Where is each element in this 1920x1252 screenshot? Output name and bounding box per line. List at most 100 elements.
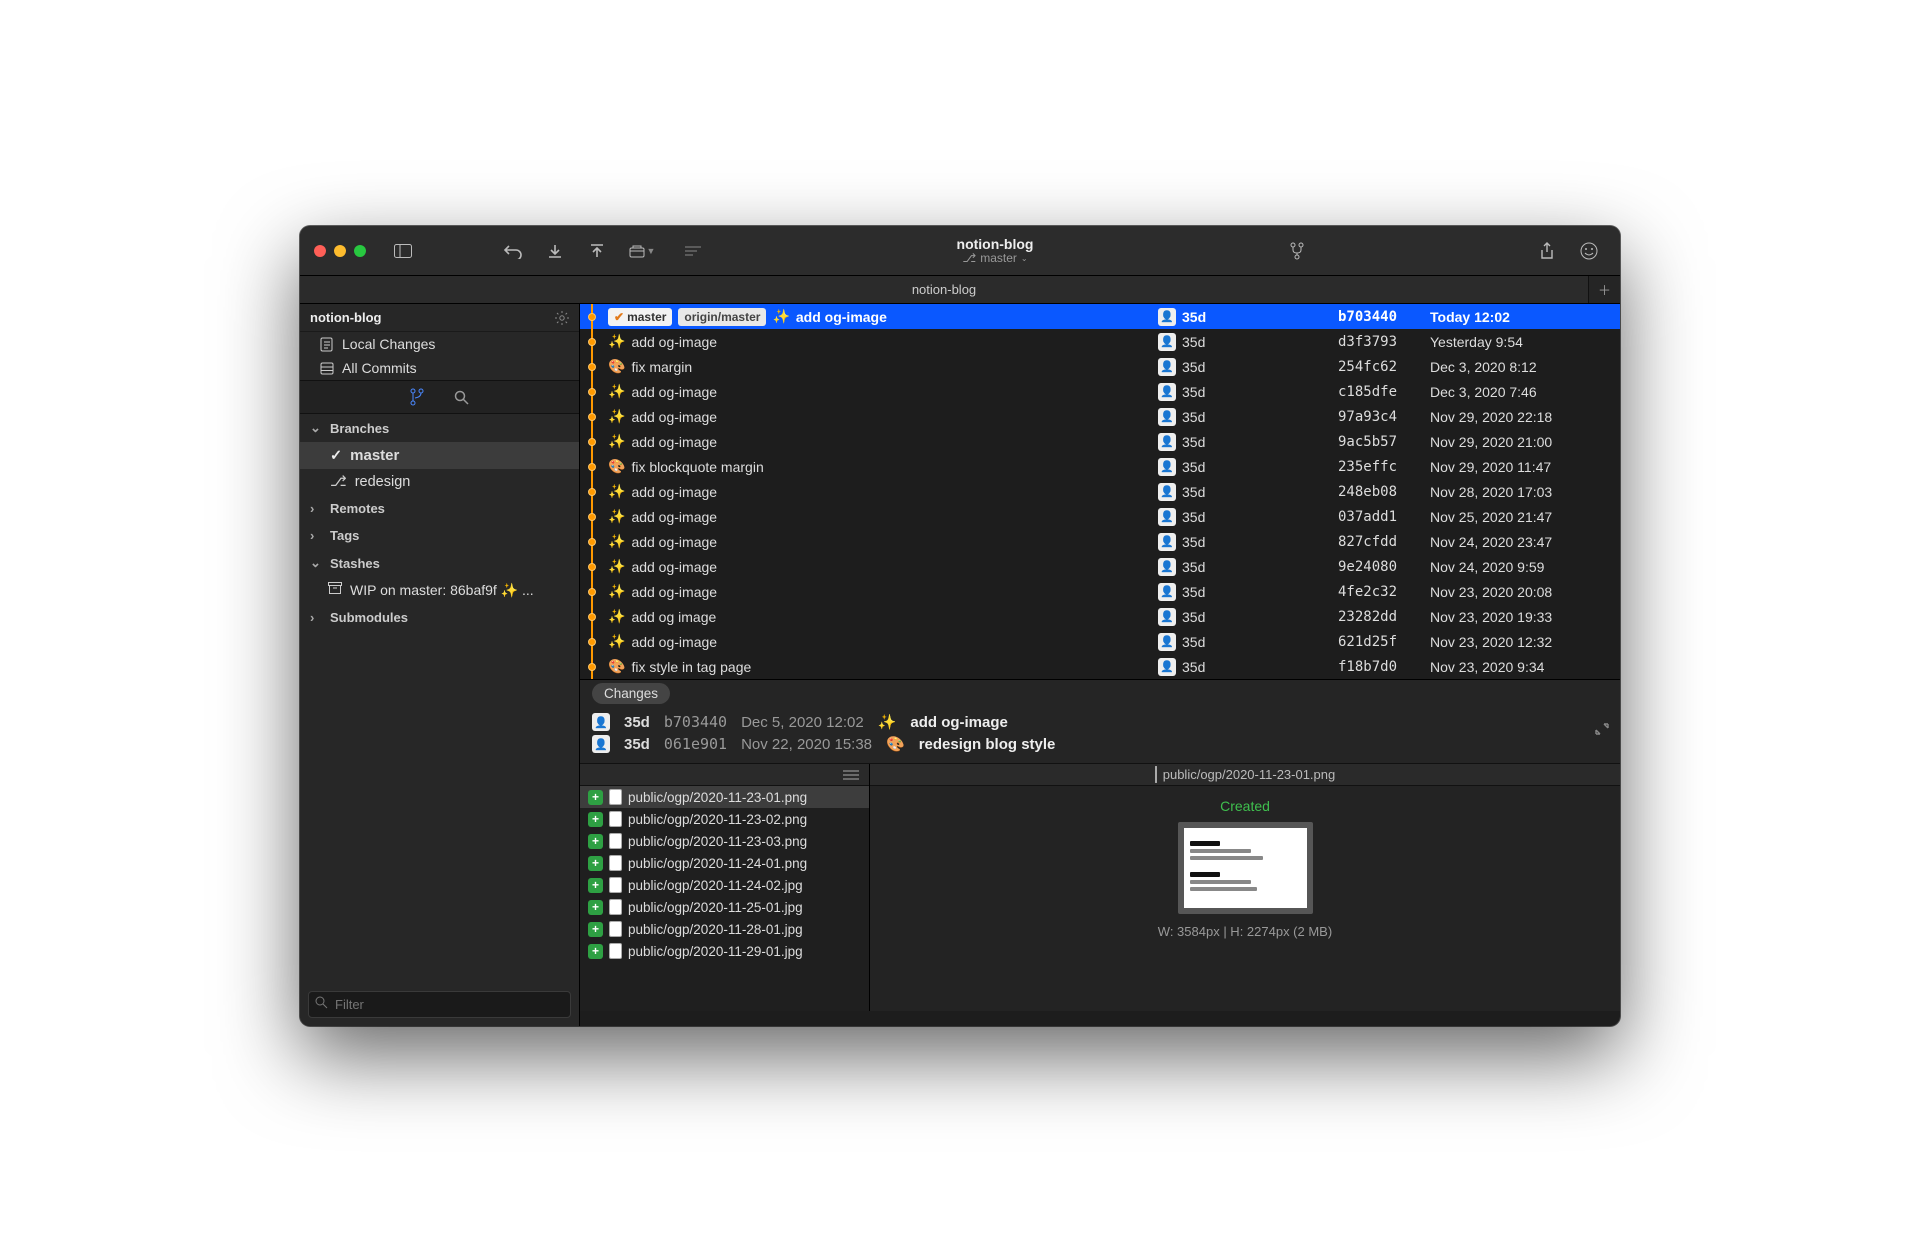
search-icon xyxy=(315,996,328,1009)
commit-row[interactable]: ✨add og-image 👤35d 827cfdd Nov 24, 2020 … xyxy=(580,529,1620,554)
fork-button[interactable] xyxy=(1280,237,1314,265)
stack-icon xyxy=(320,361,334,375)
chevron-down-icon: ▼ xyxy=(647,246,656,256)
file-row[interactable]: + public/ogp/2020-11-23-01.png xyxy=(580,786,869,808)
file-row[interactable]: + public/ogp/2020-11-25-01.jpg xyxy=(580,896,869,918)
app-window: ▼ notion-blog ⎇ master ⌄ notion-blog ＋ n… xyxy=(300,226,1620,1026)
share-button[interactable] xyxy=(1530,237,1564,265)
author-name: 35d xyxy=(1182,534,1205,550)
commit-row[interactable]: 🎨fix margin 👤35d 254fc62 Dec 3, 2020 8:1… xyxy=(580,354,1620,379)
titlebar-center[interactable]: notion-blog ⎇ master ⌄ xyxy=(718,236,1272,266)
commit-message: add og-image xyxy=(631,384,717,400)
commit-hash: b703440 xyxy=(664,713,727,731)
added-status-icon: + xyxy=(588,856,603,871)
commit-message: add og-image xyxy=(631,334,717,350)
commit-row[interactable]: ✨add og-image 👤35d d3f3793 Yesterday 9:5… xyxy=(580,329,1620,354)
commit-row[interactable]: 🎨fix style in tag page 👤35d f18b7d0 Nov … xyxy=(580,654,1620,679)
sidebar-tags-header[interactable]: › Tags xyxy=(300,522,579,549)
sidebar-all-commits[interactable]: All Commits xyxy=(300,356,579,380)
sidebar-branches-header[interactable]: ⌄ Branches xyxy=(300,414,579,442)
file-row[interactable]: + public/ogp/2020-11-23-02.png xyxy=(580,808,869,830)
commit-row[interactable]: 🎨fix blockquote margin 👤35d 235effc Nov … xyxy=(580,454,1620,479)
commit-message: add og-image xyxy=(631,409,717,425)
close-window-button[interactable] xyxy=(314,245,326,257)
commit-emoji-icon: ✨ xyxy=(608,608,625,625)
commit-row[interactable]: ✨add og-image 👤35d 621d25f Nov 23, 2020 … xyxy=(580,629,1620,654)
commit-emoji-icon: ✨ xyxy=(608,558,625,575)
remote-branch-badge: origin/master xyxy=(678,308,766,326)
graph-node xyxy=(580,629,604,654)
avatar: 👤 xyxy=(1158,408,1176,426)
commit-hash: 9e24080 xyxy=(1338,559,1430,575)
branch-mode-icon[interactable] xyxy=(410,388,424,406)
list-mode-icon[interactable] xyxy=(843,770,859,780)
zoom-window-button[interactable] xyxy=(354,245,366,257)
branch-label: master xyxy=(350,447,399,464)
author-name: 35d xyxy=(1182,559,1205,575)
commit-message: add og image xyxy=(631,609,716,625)
branch-selector[interactable]: ⎇ master ⌄ xyxy=(962,252,1027,266)
gear-icon[interactable] xyxy=(555,311,569,325)
repo-tab[interactable]: notion-blog xyxy=(300,276,1588,303)
image-thumbnail[interactable] xyxy=(1178,822,1313,914)
search-icon[interactable] xyxy=(454,390,469,405)
filter-input[interactable] xyxy=(308,991,571,1018)
feedback-button[interactable] xyxy=(1572,237,1606,265)
commit-row[interactable]: ✨add og-image 👤35d 97a93c4 Nov 29, 2020 … xyxy=(580,404,1620,429)
sidebar-local-changes[interactable]: Local Changes xyxy=(300,332,579,356)
section-label: Remotes xyxy=(330,501,385,516)
commit-message: fix blockquote margin xyxy=(631,459,763,475)
commit-row[interactable]: ✨add og-image 👤35d 9ac5b57 Nov 29, 2020 … xyxy=(580,429,1620,454)
commit-row[interactable]: ✨add og-image 👤35d 037add1 Nov 25, 2020 … xyxy=(580,504,1620,529)
file-path: public/ogp/2020-11-23-03.png xyxy=(628,834,807,849)
commit-row[interactable]: ✨add og-image 👤35d c185dfe Dec 3, 2020 7… xyxy=(580,379,1620,404)
commit-row[interactable]: ✨add og-image 👤35d 248eb08 Nov 28, 2020 … xyxy=(580,479,1620,504)
author-name: 35d xyxy=(1182,609,1205,625)
sidebar-submodules-header[interactable]: › Submodules xyxy=(300,604,579,631)
file-icon xyxy=(609,899,622,915)
file-row[interactable]: + public/ogp/2020-11-23-03.png xyxy=(580,830,869,852)
commit-emoji-icon: ✨ xyxy=(608,583,625,600)
undo-button[interactable] xyxy=(496,237,530,265)
commit-list[interactable]: ✔masterorigin/master✨add og-image 👤35d b… xyxy=(580,304,1620,679)
commit-emoji-icon: ✨ xyxy=(608,433,625,450)
commit-row[interactable]: ✨add og-image 👤35d 4fe2c32 Nov 23, 2020 … xyxy=(580,579,1620,604)
add-tab-button[interactable]: ＋ xyxy=(1588,276,1620,303)
file-path: public/ogp/2020-11-28-01.jpg xyxy=(628,922,803,937)
branch-icon: ⎇ xyxy=(962,252,976,266)
archive-icon xyxy=(328,582,342,599)
added-status-icon: + xyxy=(588,878,603,893)
section-label: Stashes xyxy=(330,556,380,571)
commit-row[interactable]: ✨add og image 👤35d 23282dd Nov 23, 2020 … xyxy=(580,604,1620,629)
file-row[interactable]: + public/ogp/2020-11-28-01.jpg xyxy=(580,918,869,940)
commit-row[interactable]: ✨add og-image 👤35d 9e24080 Nov 24, 2020 … xyxy=(580,554,1620,579)
pull-button[interactable] xyxy=(538,237,572,265)
changed-files-list[interactable]: + public/ogp/2020-11-23-01.png+ public/o… xyxy=(580,764,870,1011)
commit-row[interactable]: ✔masterorigin/master✨add og-image 👤35d b… xyxy=(580,304,1620,329)
sidebar-stashes-header[interactable]: ⌄ Stashes xyxy=(300,549,579,577)
branch-redesign[interactable]: ⎇ redesign xyxy=(300,469,579,495)
commit-date: Dec 3, 2020 8:12 xyxy=(1430,359,1620,375)
commit-hash: 254fc62 xyxy=(1338,359,1430,375)
sidebar-toggle-button[interactable] xyxy=(386,237,420,265)
main-panel: ✔masterorigin/master✨add og-image 👤35d b… xyxy=(580,304,1620,1026)
detail-commits: 👤 35d b703440 Dec 5, 2020 12:02 ✨ add og… xyxy=(580,707,1620,763)
minimize-window-button[interactable] xyxy=(334,245,346,257)
list-toggle-button[interactable] xyxy=(676,237,710,265)
branch-master[interactable]: ✓ master xyxy=(300,442,579,469)
push-button[interactable] xyxy=(580,237,614,265)
file-row[interactable]: + public/ogp/2020-11-29-01.jpg xyxy=(580,940,869,962)
file-row[interactable]: + public/ogp/2020-11-24-02.jpg xyxy=(580,874,869,896)
added-status-icon: + xyxy=(588,922,603,937)
stash-item[interactable]: WIP on master: 86baf9f ✨ ... xyxy=(300,577,579,604)
sidebar-remotes-header[interactable]: › Remotes xyxy=(300,495,579,522)
file-path: public/ogp/2020-11-25-01.jpg xyxy=(628,900,803,915)
chevron-right-icon: › xyxy=(310,528,324,543)
expand-icon[interactable] xyxy=(1594,721,1610,737)
file-row[interactable]: + public/ogp/2020-11-24-01.png xyxy=(580,852,869,874)
changes-tab[interactable]: Changes xyxy=(592,683,670,704)
check-icon: ✓ xyxy=(330,448,342,464)
graph-node xyxy=(580,654,604,679)
stash-menu-button[interactable]: ▼ xyxy=(622,238,662,264)
file-icon xyxy=(609,943,622,959)
